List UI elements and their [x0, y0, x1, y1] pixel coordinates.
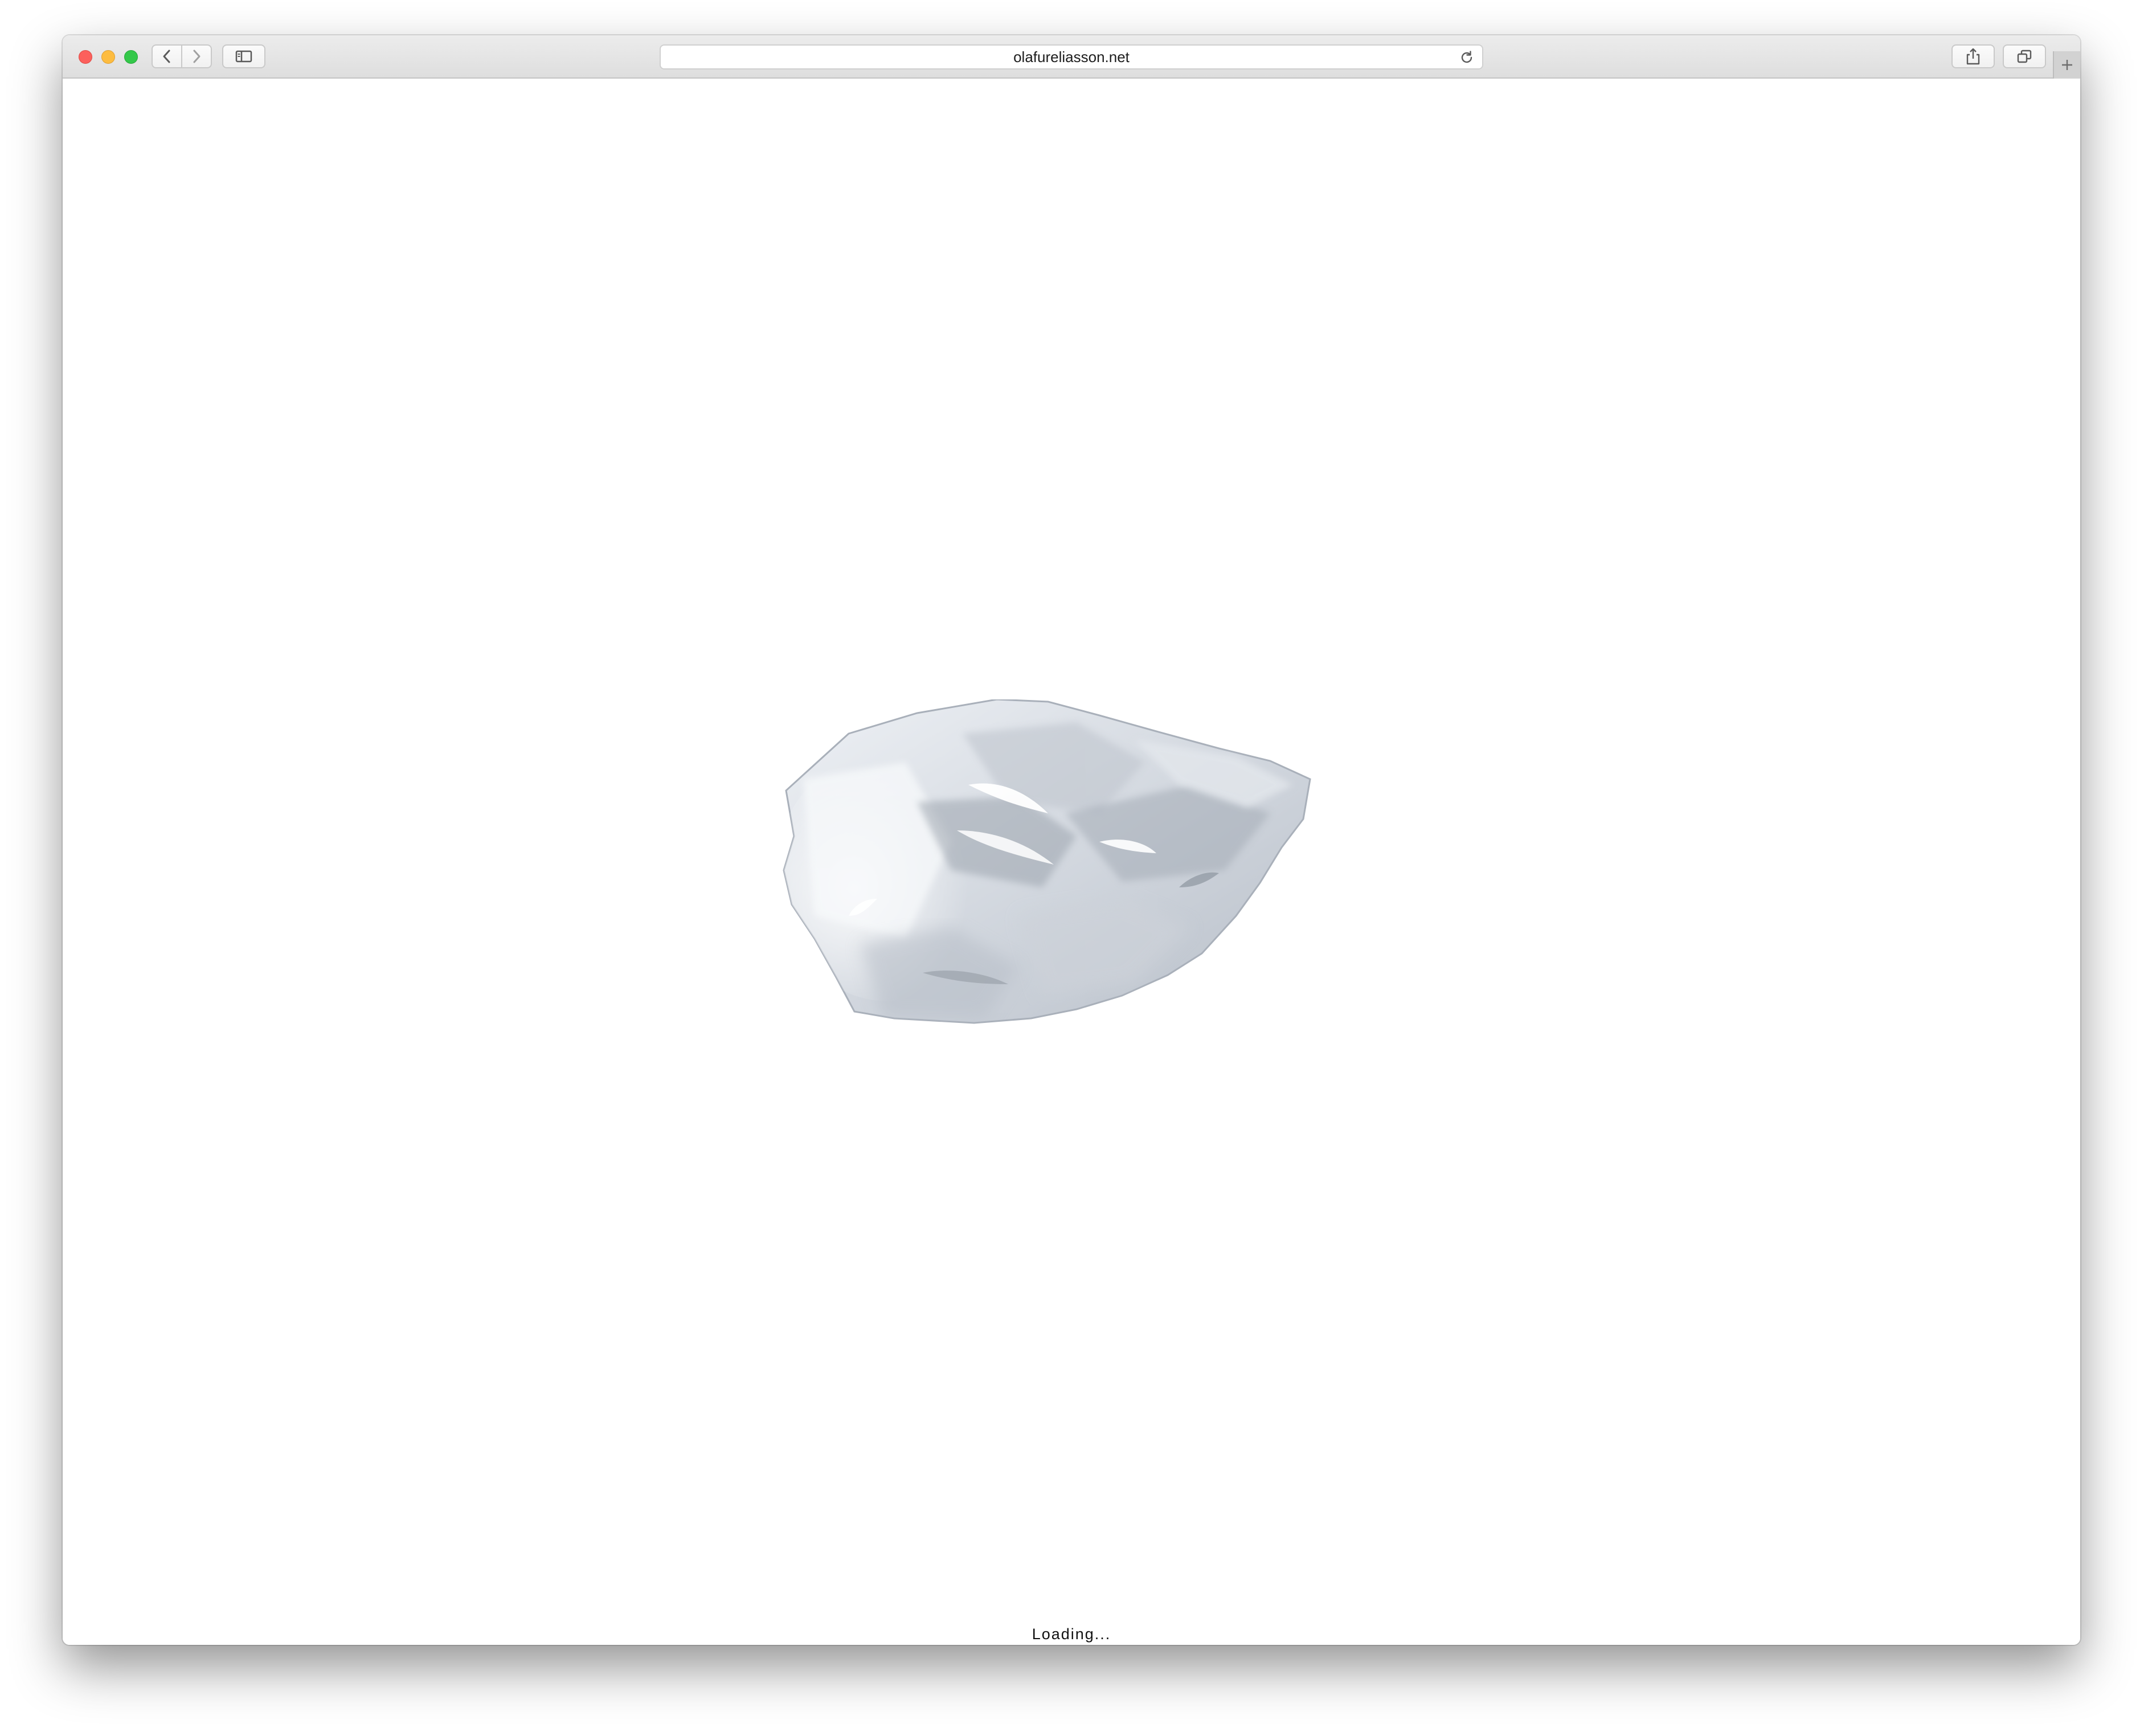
chevron-right-icon: [193, 50, 201, 63]
tabs-icon: [2017, 50, 2032, 63]
share-button[interactable]: [1951, 44, 1995, 68]
tabs-overview-button[interactable]: [2003, 44, 2046, 68]
page-content: Loading...: [63, 79, 2080, 1645]
browser-window: olafureliasson.net Loading...: [63, 35, 2080, 1645]
close-window-button[interactable]: [79, 50, 92, 64]
sidebar-button[interactable]: [222, 44, 265, 68]
back-button[interactable]: [152, 44, 182, 68]
share-icon: [1966, 48, 1980, 65]
new-tab-button[interactable]: [2053, 51, 2080, 79]
sidebar-icon: [235, 50, 252, 63]
address-bar[interactable]: olafureliasson.net: [660, 44, 1483, 69]
loading-status: Loading...: [1032, 1626, 1111, 1643]
forward-button[interactable]: [181, 44, 212, 68]
reload-icon[interactable]: [1459, 50, 1474, 65]
address-text: olafureliasson.net: [1013, 48, 1130, 65]
ice-block-image: [783, 699, 1311, 1024]
minimize-window-button[interactable]: [101, 50, 115, 64]
toolbar: olafureliasson.net: [63, 35, 2080, 79]
plus-icon: [2062, 60, 2072, 70]
chevron-left-icon: [163, 50, 170, 63]
maximize-window-button[interactable]: [124, 50, 138, 64]
